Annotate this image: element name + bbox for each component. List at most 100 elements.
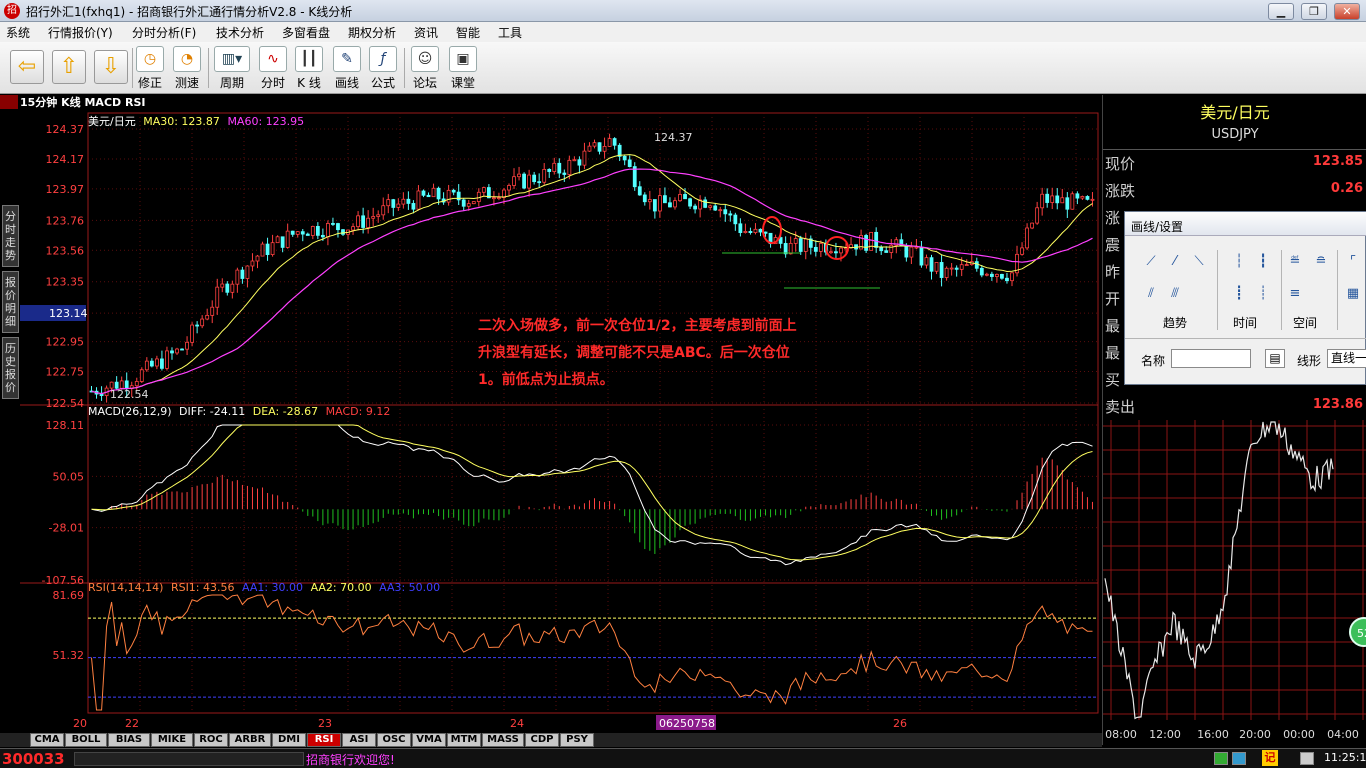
down-button[interactable]: ⇩ <box>94 50 128 84</box>
menu-system[interactable]: 系统 <box>6 24 30 41</box>
golden-ratio-icon[interactable]: ≘ <box>1311 252 1331 272</box>
restore-button[interactable]: ❐ <box>1301 3 1327 20</box>
menu-tools[interactable]: 工具 <box>498 24 522 41</box>
space-line-icon[interactable]: ≡ <box>1285 284 1305 304</box>
shape-select[interactable]: 直线一 <box>1327 349 1366 368</box>
indicator-tab-mike[interactable]: MIKE <box>151 733 193 747</box>
side-tab-quote-detail[interactable]: 报价明细 <box>2 271 19 333</box>
close-button[interactable]: ✕ <box>1334 3 1360 20</box>
classroom-button[interactable]: ▣ 课堂 <box>448 46 478 90</box>
candle-body <box>547 168 552 172</box>
fix-button[interactable]: ◷ 修正 <box>136 46 164 90</box>
minimize-button[interactable]: ▁ <box>1268 3 1294 20</box>
candle-body <box>829 251 833 254</box>
menu-options[interactable]: 期权分析 <box>348 24 396 41</box>
candle-body <box>225 283 230 293</box>
candle-body <box>1005 277 1009 282</box>
mini-intraday-chart[interactable]: 08:00 12:00 16:00 20:00 00:00 04:00 <box>1103 420 1366 745</box>
menu-quotes[interactable]: 行情报价(Y) <box>48 24 113 41</box>
intraday-button[interactable]: ∿ 分时 <box>258 46 288 90</box>
forum-button[interactable]: ☺ 论坛 <box>410 46 440 90</box>
up-button[interactable]: ⇧ <box>52 50 86 84</box>
percent-line-icon[interactable]: ≝ <box>1285 252 1305 272</box>
indicator-tab-cma[interactable]: CMA <box>30 733 64 747</box>
record-button[interactable]: 记 <box>1262 750 1278 766</box>
quote-key: 涨跌 <box>1105 182 1136 200</box>
candle-body <box>1085 196 1090 200</box>
name-input[interactable] <box>1171 349 1251 368</box>
indicator-tab-arbr[interactable]: ARBR <box>229 733 271 747</box>
indicator-tab-mtm[interactable]: MTM <box>447 733 481 747</box>
candle-body <box>557 162 562 174</box>
candle-body <box>481 187 486 193</box>
menu-smart[interactable]: 智能 <box>456 24 480 41</box>
kline-chart-canvas[interactable]: 124.37 124.17 123.97 123.76 123.56 123.35 123.… <box>0 95 1102 745</box>
chart-menu-icon[interactable] <box>0 95 18 109</box>
indicator-tab-psy[interactable]: PSY <box>560 733 594 747</box>
indicator-tab-mass[interactable]: MASS <box>482 733 524 747</box>
draw-line-button[interactable]: ✎ 画线 <box>332 46 362 90</box>
time-ratio-icon[interactable]: ┊ <box>1253 284 1273 304</box>
indicator-tab-boll[interactable]: BOLL <box>65 733 107 747</box>
signal-icon[interactable] <box>1232 752 1246 765</box>
candle-body <box>627 159 632 167</box>
candle-body <box>793 238 798 244</box>
restore-icon: ❐ <box>1309 5 1319 18</box>
candle-body <box>391 199 396 208</box>
indicator-tab-vma[interactable]: VMA <box>412 733 446 747</box>
candle-body <box>185 341 189 350</box>
toolbar-separator <box>208 48 209 88</box>
kline-button[interactable]: ┃┃ K 线 <box>294 46 324 90</box>
candle-body <box>864 235 869 251</box>
indicator-tab-osc[interactable]: OSC <box>377 733 411 747</box>
indicator-tab-cdp[interactable]: CDP <box>525 733 559 747</box>
ray-line-icon[interactable]: ⟍ <box>1189 252 1209 272</box>
network-icon[interactable] <box>1214 752 1228 765</box>
grid-icon[interactable]: ▦ <box>1343 284 1363 304</box>
status-field <box>74 752 304 766</box>
gann-time-icon[interactable]: ┋ <box>1229 284 1249 304</box>
trend-line-icon[interactable]: ⟋ <box>1141 252 1161 272</box>
channel-line-icon[interactable]: ⫻ <box>1165 284 1185 304</box>
candle-body <box>909 246 914 258</box>
candle-body <box>376 214 381 217</box>
back-button[interactable]: ⇦ <box>10 50 44 84</box>
name-picker-button[interactable]: ▤ <box>1265 349 1285 368</box>
x-tick-label: 20 <box>73 717 87 730</box>
menu-intraday[interactable]: 分时分析(F) <box>132 24 196 41</box>
candle-body <box>527 174 532 189</box>
indicator-tab-asi[interactable]: ASI <box>342 733 376 747</box>
speed-test-button[interactable]: ◔ 测速 <box>172 46 202 90</box>
indicator-tab-bias[interactable]: BIAS <box>108 733 150 747</box>
kline-chart-area[interactable]: 124.37 124.17 123.97 123.76 123.56 123.35 123.… <box>0 95 1102 745</box>
segment-line-icon[interactable]: ⁄ <box>1165 252 1185 272</box>
indicator-tab-dmi[interactable]: DMI <box>272 733 306 747</box>
candle-body <box>542 168 547 183</box>
fibonacci-time-icon[interactable]: ┇ <box>1253 252 1273 272</box>
indicator-tab-rsi[interactable]: RSI <box>307 733 341 747</box>
candle-body <box>813 246 818 252</box>
formula-button[interactable]: ƒ 公式 <box>368 46 398 90</box>
cycle-line-icon[interactable]: ┆ <box>1229 252 1249 272</box>
parallel-line-icon[interactable]: ⫽ <box>1141 284 1161 304</box>
candle-body <box>562 172 567 175</box>
rectangle-icon[interactable]: ⌜ <box>1343 252 1363 272</box>
candle-body <box>210 306 215 316</box>
menu-multiwindow[interactable]: 多窗看盘 <box>282 24 330 41</box>
menu-news[interactable]: 资讯 <box>414 24 438 41</box>
candle-body <box>215 286 220 308</box>
candle-body <box>673 200 677 208</box>
status-icon[interactable] <box>1300 752 1314 765</box>
candle-body <box>406 198 411 204</box>
candle-body <box>235 269 240 285</box>
candle-body <box>149 360 154 367</box>
candle-body <box>1030 222 1035 229</box>
indicator-tab-roc[interactable]: ROC <box>194 733 228 747</box>
quote-key: 涨 <box>1105 209 1121 227</box>
candle-body <box>356 215 360 228</box>
candle-body <box>1065 197 1070 210</box>
period-button[interactable]: ▥▾ 周期 <box>214 46 250 90</box>
side-tab-intraday[interactable]: 分时走势 <box>2 205 19 267</box>
menu-technical[interactable]: 技术分析 <box>216 24 264 41</box>
side-tab-history[interactable]: 历史报价 <box>2 337 19 399</box>
